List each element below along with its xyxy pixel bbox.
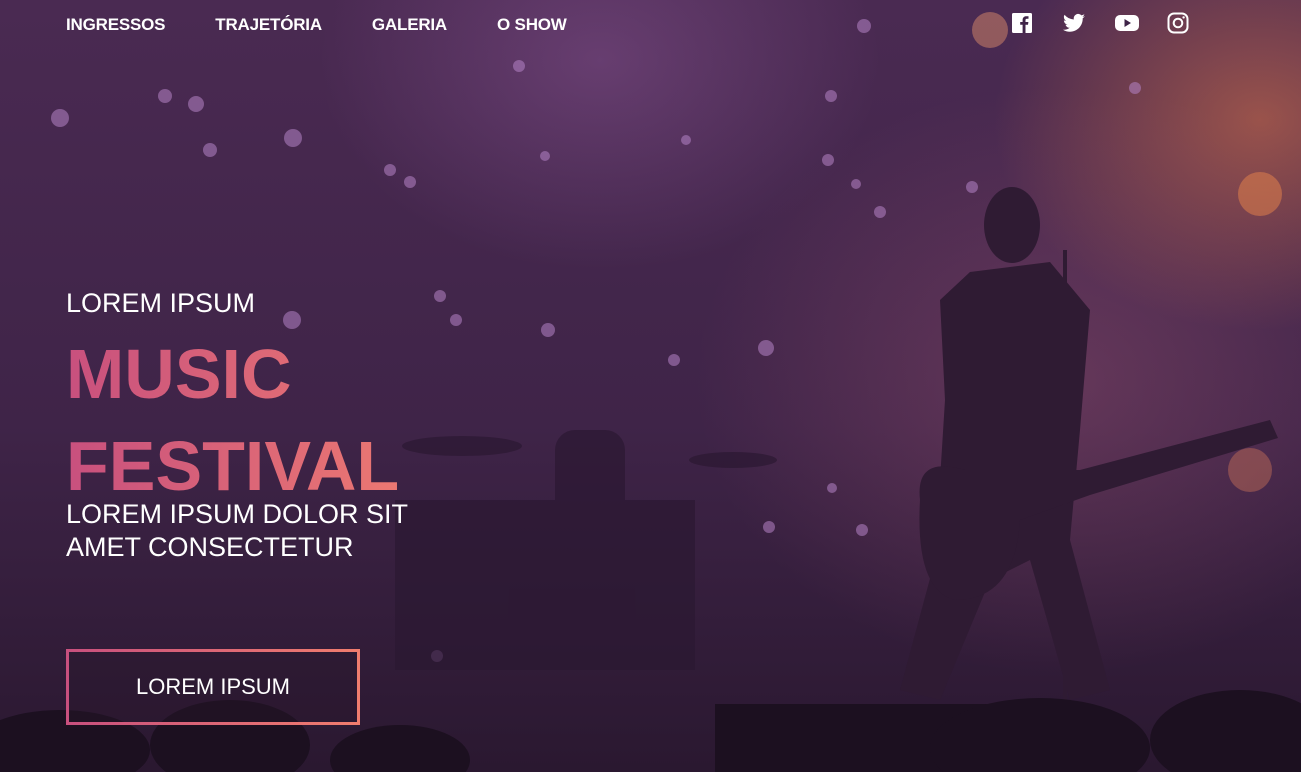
hero-eyebrow: LOREM IPSUM (66, 288, 256, 318)
drum-kit (395, 430, 777, 670)
main-nav: INGRESSOS TRAJETÓRIA GALERIA O SHOW (66, 14, 567, 36)
twitter-icon[interactable] (1062, 11, 1086, 35)
nav-item-o-show[interactable]: O SHOW (497, 14, 567, 36)
nav-item-galeria[interactable]: GALERIA (372, 14, 447, 36)
youtube-icon[interactable] (1114, 11, 1139, 35)
stage-spotlight (1238, 172, 1282, 216)
facebook-icon[interactable] (1010, 11, 1034, 35)
instagram-icon[interactable] (1166, 11, 1190, 35)
hero-subtitle: LOREM IPSUM DOLOR SIT AMET CONSECTETUR (66, 499, 408, 562)
hero-title-line1: MUSIC (66, 335, 292, 413)
cta-button[interactable]: LOREM IPSUM (66, 649, 360, 725)
nav-item-trajetoria[interactable]: TRAJETÓRIA (215, 14, 322, 36)
stage-spotlight (1228, 448, 1272, 492)
singer-silhouette (900, 187, 1278, 700)
social-links (1010, 11, 1190, 35)
hero-content: LOREM IPSUM MUSIC FESTIVAL LOREM IPSUM D… (66, 286, 426, 564)
stage-spotlight (972, 12, 1008, 48)
hero-title: MUSIC FESTIVAL (66, 328, 426, 512)
nav-item-ingressos[interactable]: INGRESSOS (66, 14, 165, 36)
